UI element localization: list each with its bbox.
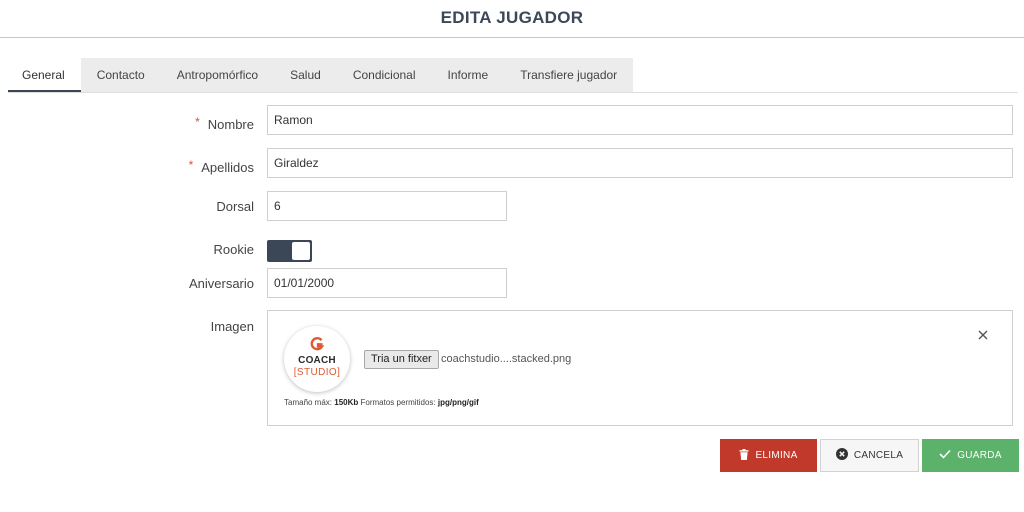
- delete-button[interactable]: ELIMINA: [720, 439, 817, 472]
- player-image-preview: COACH [STUDIO]: [284, 326, 350, 392]
- logo-text-studio: [STUDIO]: [293, 367, 341, 378]
- image-upload-box: COACH [STUDIO] Tria un fitxer coachstudi…: [267, 310, 1013, 426]
- tab-condicional[interactable]: Condicional: [336, 58, 432, 92]
- save-button-label: GUARDA: [957, 450, 1002, 461]
- tab-contacto[interactable]: Contacto: [80, 58, 161, 92]
- required-marker: *: [188, 158, 194, 172]
- size-prefix: Tamaño máx:: [284, 398, 333, 407]
- page-title: EDITA JUGADOR: [440, 8, 584, 27]
- coach-studio-logo-icon: [310, 337, 324, 351]
- formats-prefix: Formatos permitidos:: [360, 398, 436, 407]
- modal-header: EDITA JUGADOR: [0, 0, 1024, 38]
- tab-informe[interactable]: Informe: [431, 58, 505, 92]
- tab-bar: General Contacto Antropomórfico Salud Co…: [8, 58, 634, 92]
- aniversario-input[interactable]: 01/01/2000: [267, 268, 507, 298]
- rookie-toggle[interactable]: [267, 240, 312, 262]
- upload-constraints: Tamaño máx: 150Kb Formatos permitidos: j…: [284, 398, 479, 407]
- aniversario-label: Aniversario: [188, 276, 254, 291]
- cancel-button-label: CANCELA: [853, 450, 904, 461]
- tab-general[interactable]: General: [8, 58, 81, 92]
- tab-transfiere-jugador[interactable]: Transfiere jugador: [504, 58, 634, 92]
- tab-antropomorfico[interactable]: Antropomórfico: [160, 58, 275, 92]
- size-value: 150Kb: [334, 398, 359, 407]
- nombre-label-text: Nombre: [207, 117, 254, 132]
- dorsal-input[interactable]: 6: [267, 191, 507, 221]
- choose-file-button[interactable]: Tria un fitxer: [364, 350, 439, 369]
- dorsal-label: Dorsal: [216, 199, 254, 214]
- tabs-divider: [8, 92, 1018, 93]
- save-button[interactable]: GUARDA: [922, 439, 1019, 472]
- rookie-label: Rookie: [213, 242, 254, 257]
- apellidos-input[interactable]: Giraldez: [267, 148, 1013, 178]
- check-icon: [939, 450, 951, 460]
- nombre-input[interactable]: Ramon: [267, 105, 1013, 135]
- apellidos-label-text: Apellidos: [201, 160, 254, 175]
- formats-value: jpg/png/gif: [437, 398, 479, 407]
- close-icon[interactable]: [976, 328, 990, 342]
- tab-salud[interactable]: Salud: [274, 58, 337, 92]
- toggle-knob: [292, 242, 310, 260]
- trash-icon: [739, 448, 749, 460]
- delete-button-label: ELIMINA: [755, 450, 798, 461]
- logo-text-coach: COACH: [298, 355, 336, 366]
- imagen-label: Imagen: [210, 319, 254, 334]
- nombre-label: * Nombre: [195, 115, 254, 132]
- cancel-button[interactable]: CANCELA: [820, 439, 919, 472]
- times-circle-icon: [835, 448, 848, 461]
- apellidos-label: * Apellidos: [188, 158, 254, 175]
- required-marker: *: [195, 115, 200, 129]
- selected-file-name: coachstudio....stacked.png: [441, 353, 572, 365]
